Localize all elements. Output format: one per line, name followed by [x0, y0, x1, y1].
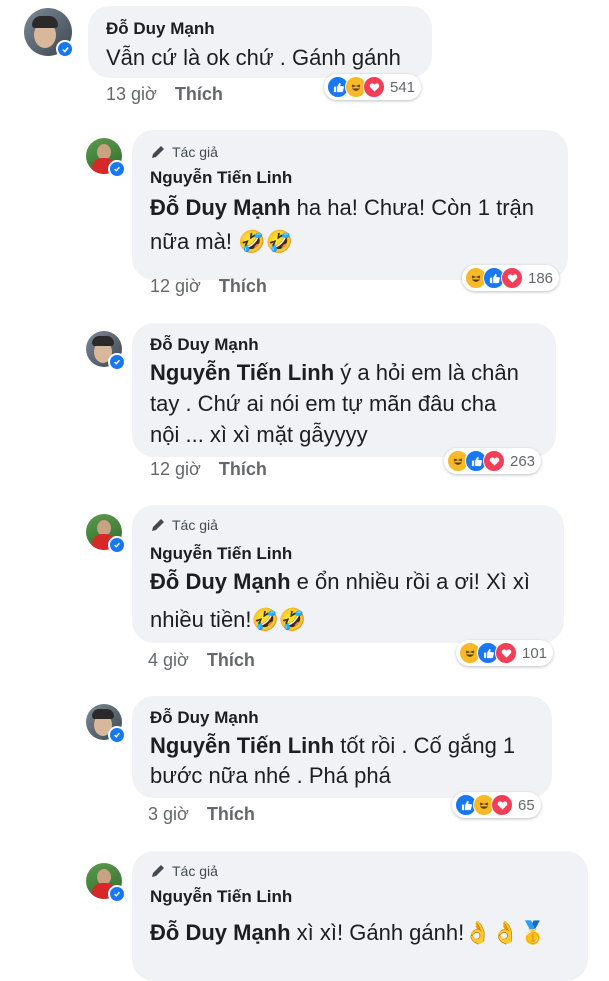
verified-badge-icon — [108, 726, 126, 744]
comment-1: Đỗ Duy Mạnh Vẫn cứ là ok chứ . Gánh gánh… — [0, 0, 609, 110]
comment-text-line: Đỗ Duy Mạnh xì xì! Gánh gánh!👌👌🥇 — [150, 920, 547, 945]
author-tag-label: Tác giả — [172, 144, 218, 160]
reaction-summary[interactable]: 186 — [462, 265, 560, 291]
comment-text-line: nội ... xì xì mặt gẫyyyy — [150, 422, 368, 447]
reaction-summary[interactable]: 263 — [444, 448, 542, 474]
comment-text-line: nhiều tiền!🤣🤣 — [150, 607, 307, 632]
comment-meta: 12 giờ Thích — [150, 459, 267, 480]
avatar-nguyen-tien-linh[interactable] — [86, 514, 126, 554]
pencil-icon — [152, 865, 164, 877]
love-reaction-icon — [491, 794, 513, 816]
like-button[interactable]: Thích — [207, 650, 255, 670]
comment-author[interactable]: Nguyễn Tiến Linh — [150, 168, 292, 188]
mention-link[interactable]: Đỗ Duy Mạnh — [150, 920, 291, 945]
comment-time[interactable]: 13 giờ — [106, 84, 157, 104]
like-button[interactable]: Thích — [175, 84, 223, 104]
comment-text-line: nữa mà! 🤣🤣 — [150, 229, 293, 254]
mention-link[interactable]: Đỗ Duy Mạnh — [150, 195, 291, 220]
love-reaction-icon — [483, 450, 505, 472]
love-reaction-icon — [501, 267, 523, 289]
reaction-count: 541 — [390, 78, 416, 96]
comment-meta: 13 giờ Thích — [106, 84, 223, 105]
reaction-count: 101 — [522, 644, 548, 662]
mention-link[interactable]: Nguyễn Tiến Linh — [150, 733, 334, 758]
comment-text: Vẫn cứ là ok chứ . Gánh gánh — [106, 45, 401, 70]
verified-badge-icon — [108, 536, 126, 554]
comment-author[interactable]: Đỗ Duy Mạnh — [150, 335, 259, 355]
like-button[interactable]: Thích — [219, 276, 267, 296]
pencil-icon — [152, 146, 164, 158]
comment-text-line: tay . Chứ ai nói em tự mãn đâu cha — [150, 391, 497, 416]
comment-meta: 3 giờ Thích — [148, 804, 255, 825]
author-tag-label: Tác giả — [172, 517, 218, 533]
comment-text-line: Nguyễn Tiến Linh tốt rồi . Cố gắng 1 — [150, 733, 516, 758]
reaction-count: 186 — [528, 269, 554, 287]
pencil-icon — [152, 519, 164, 531]
like-button[interactable]: Thích — [207, 804, 255, 824]
avatar-nguyen-tien-linh[interactable] — [86, 138, 126, 178]
comment-time[interactable]: 12 giờ — [150, 276, 201, 296]
love-reaction-icon — [495, 642, 517, 664]
comment-text-line: Nguyễn Tiến Linh ý a hỏi em là chân — [150, 360, 519, 385]
reaction-summary[interactable]: 541 — [324, 74, 422, 100]
avatar-do-duy-manh[interactable] — [86, 331, 126, 371]
verified-badge-icon — [108, 885, 126, 903]
reaction-count: 65 — [518, 796, 535, 814]
comment-meta: 4 giờ Thích — [148, 650, 255, 671]
comment-time[interactable]: 12 giờ — [150, 459, 201, 479]
avatar-do-duy-manh[interactable] — [86, 704, 126, 744]
love-reaction-icon — [363, 76, 385, 98]
author-tag: Tác giả — [150, 863, 218, 879]
comment-text-line: Đỗ Duy Mạnh e ổn nhiều rồi a ơi! Xì xì — [150, 569, 531, 594]
comment-5: Đỗ Duy Mạnh Nguyễn Tiến Linh tốt rồi . C… — [0, 690, 609, 840]
like-button[interactable]: Thích — [219, 459, 267, 479]
reaction-summary[interactable]: 65 — [452, 792, 541, 818]
comment-time[interactable]: 4 giờ — [148, 650, 189, 670]
comment-author[interactable]: Đỗ Duy Mạnh — [106, 19, 215, 39]
mention-link[interactable]: Nguyễn Tiến Linh — [150, 360, 334, 385]
reaction-count: 263 — [510, 452, 536, 470]
comment-text-line: Đỗ Duy Mạnh ha ha! Chưa! Còn 1 trận — [150, 195, 534, 220]
verified-badge-icon — [108, 353, 126, 371]
author-tag: Tác giả — [150, 144, 218, 160]
comment-author[interactable]: Đỗ Duy Mạnh — [150, 708, 259, 728]
comment-4: Tác giả Nguyễn Tiến Linh Đỗ Duy Mạnh e ổ… — [0, 500, 609, 680]
comment-meta: 12 giờ Thích — [150, 276, 267, 297]
comment-6: Tác giả Nguyễn Tiến Linh Đỗ Duy Mạnh xì … — [0, 845, 609, 981]
comment-text-line: bước nữa nhé . Phá phá — [150, 763, 391, 788]
verified-badge-icon — [108, 160, 126, 178]
reaction-summary[interactable]: 101 — [456, 640, 554, 666]
comment-author[interactable]: Nguyễn Tiến Linh — [150, 544, 292, 564]
author-tag-label: Tác giả — [172, 863, 218, 879]
verified-badge-icon — [56, 40, 74, 58]
avatar-do-duy-manh[interactable] — [24, 8, 74, 58]
comment-author[interactable]: Nguyễn Tiến Linh — [150, 887, 292, 907]
comment-time[interactable]: 3 giờ — [148, 804, 189, 824]
author-tag: Tác giả — [150, 517, 218, 533]
comment-3: Đỗ Duy Mạnh Nguyễn Tiến Linh ý a hỏi em … — [0, 315, 609, 495]
mention-link[interactable]: Đỗ Duy Mạnh — [150, 569, 291, 594]
avatar-nguyen-tien-linh[interactable] — [86, 863, 126, 903]
comment-2: Tác giả Nguyễn Tiến Linh Đỗ Duy Mạnh ha … — [0, 120, 609, 300]
